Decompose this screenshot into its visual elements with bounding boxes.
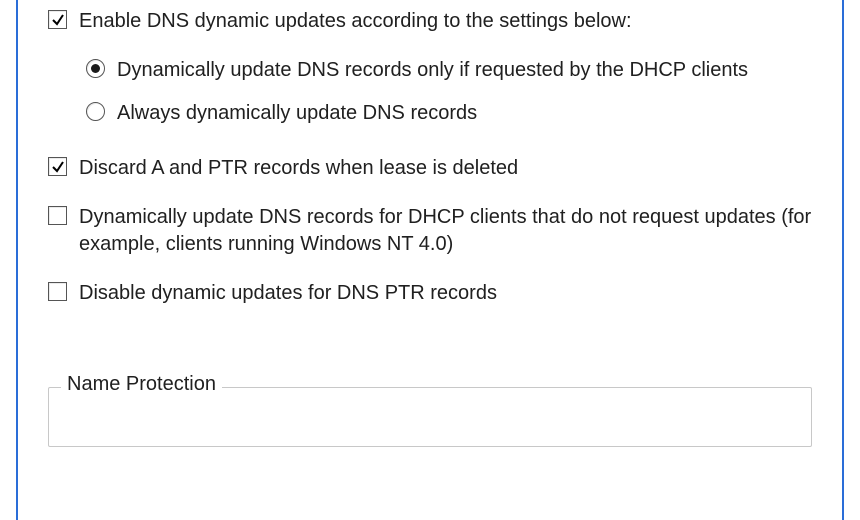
discard-records-checkbox[interactable] [48,157,67,176]
radio-dot-icon [91,64,100,73]
disable-ptr-label: Disable dynamic updates for DNS PTR reco… [79,278,497,307]
enable-dns-updates-checkbox[interactable] [48,10,67,29]
discard-records-row[interactable]: Discard A and PTR records when lease is … [48,153,812,182]
enable-dns-updates-label: Enable DNS dynamic updates according to … [79,6,632,35]
radio-always-update-row[interactable]: Always dynamically update DNS records [86,98,812,127]
radio-update-if-requested-row[interactable]: Dynamically update DNS records only if r… [86,55,812,84]
update-no-request-row[interactable]: Dynamically update DNS records for DHCP … [48,202,812,258]
checkmark-icon [51,13,65,27]
dns-dynamic-updates-panel: Enable DNS dynamic updates according to … [16,0,844,520]
enable-dns-updates-row[interactable]: Enable DNS dynamic updates according to … [48,6,812,35]
checkmark-icon [51,160,65,174]
name-protection-groupbox: Name Protection [48,387,812,447]
radio-always-update-label: Always dynamically update DNS records [117,98,477,127]
discard-records-label: Discard A and PTR records when lease is … [79,153,518,182]
radio-always-update[interactable] [86,102,105,121]
name-protection-legend: Name Protection [61,373,222,396]
disable-ptr-checkbox[interactable] [48,282,67,301]
disable-ptr-row[interactable]: Disable dynamic updates for DNS PTR reco… [48,278,812,307]
radio-update-if-requested[interactable] [86,59,105,78]
update-no-request-checkbox[interactable] [48,206,67,225]
radio-update-if-requested-label: Dynamically update DNS records only if r… [117,55,748,84]
update-no-request-label: Dynamically update DNS records for DHCP … [79,202,812,258]
